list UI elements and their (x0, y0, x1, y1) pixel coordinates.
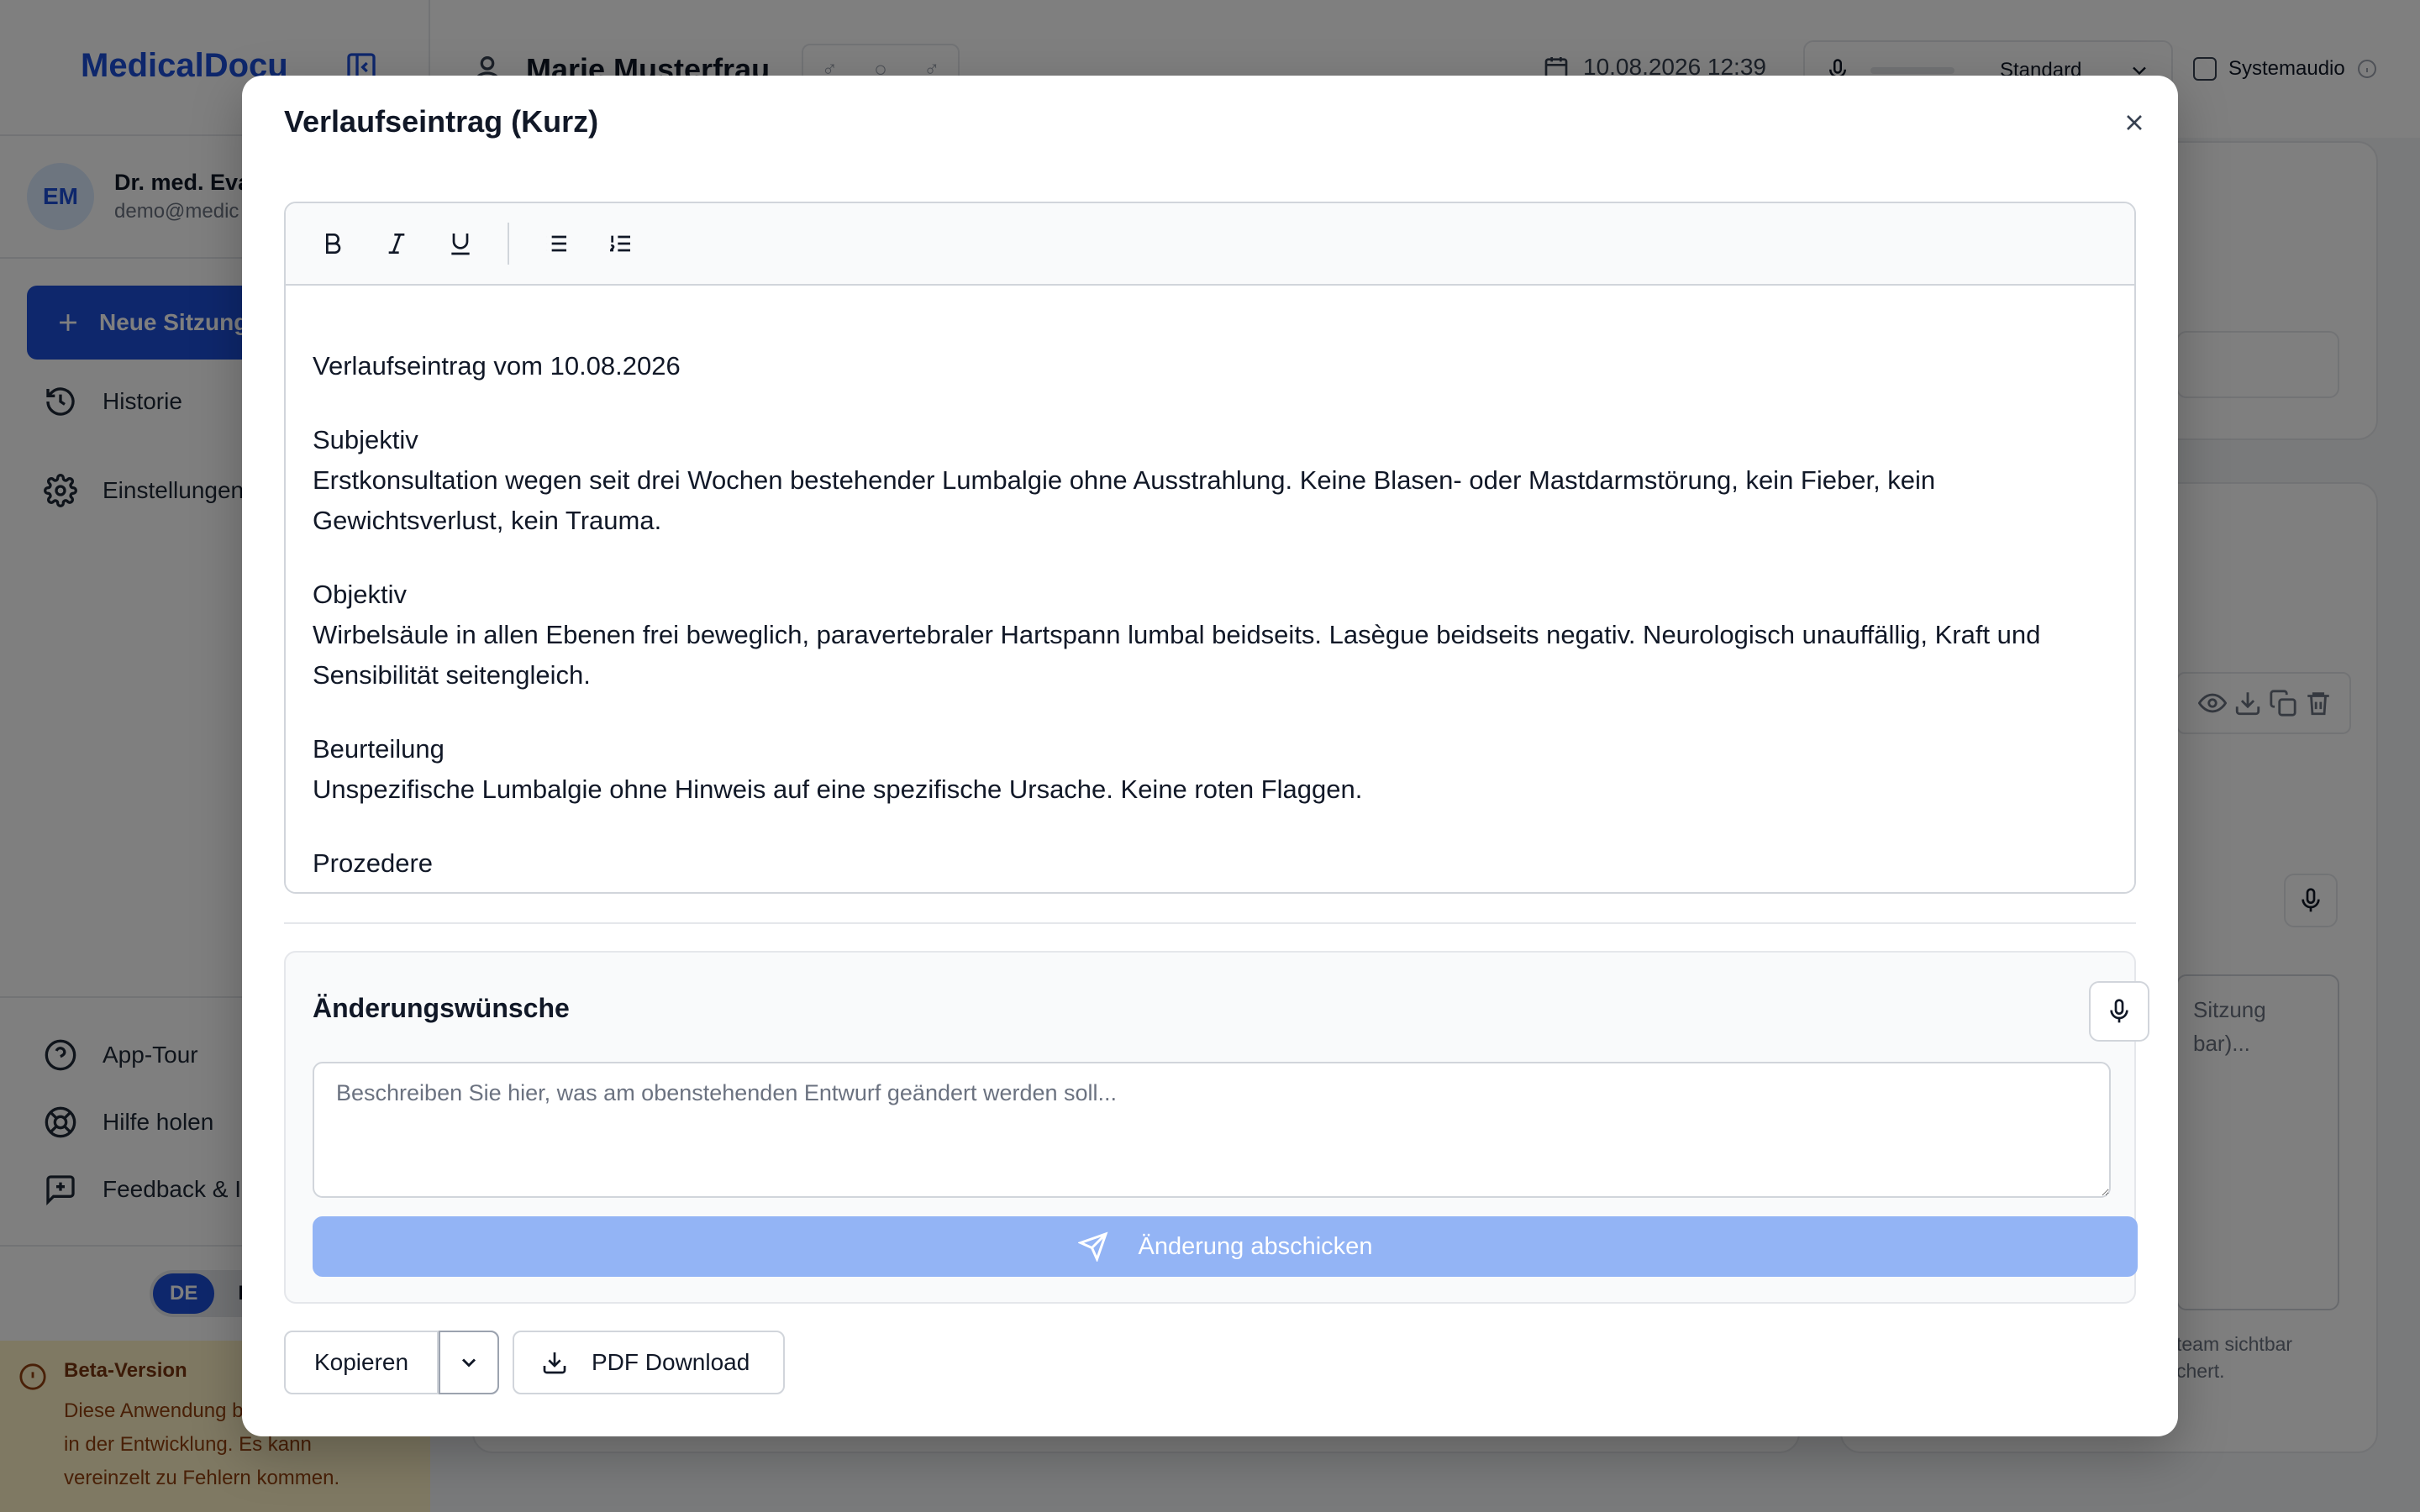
change-requests-card: Änderungswünsche Änderung abschicken (284, 951, 2149, 1304)
section-title: Subjektiv (313, 425, 418, 454)
submit-change-label: Änderung abschicken (1138, 1232, 1373, 1260)
editor-content[interactable]: Verlaufseintrag vom 10.08.2026 Subjektiv… (286, 286, 2134, 892)
copy-button[interactable]: Kopieren (286, 1332, 439, 1393)
modal-dialog: Verlaufseintrag (Kurz) Verlaufseintrag v… (242, 76, 2178, 1436)
content-section-objective: Objektiv Wirbelsäule in allen Ebenen fre… (313, 575, 2107, 696)
underline-button[interactable] (434, 217, 487, 270)
italic-icon (388, 234, 405, 254)
submit-change-button[interactable]: Änderung abschicken (313, 1216, 2138, 1277)
content-section-subjective: Subjektiv Erstkonsultation wegen seit dr… (313, 420, 2107, 541)
rich-text-editor: Verlaufseintrag vom 10.08.2026 Subjektiv… (284, 202, 2136, 894)
section-text: Unspezifische Lumbalgie ohne Hinweis auf… (313, 774, 1363, 804)
mic-icon (2110, 999, 2128, 1023)
section-text: Wirbelsäule in allen Ebenen frei bewegli… (313, 620, 2041, 690)
modal-divider (284, 922, 2136, 924)
editor-fade (286, 875, 2134, 892)
underline-icon (451, 234, 470, 255)
bold-button[interactable] (306, 217, 360, 270)
send-icon (1077, 1231, 1107, 1262)
italic-button[interactable] (370, 217, 424, 270)
toolbar-separator (508, 223, 509, 265)
editor-toolbar (286, 203, 2134, 286)
pdf-download-label: PDF Download (592, 1349, 750, 1375)
change-requests-title: Änderungswünsche (313, 993, 570, 1023)
close-icon (2127, 115, 2142, 130)
download-icon (543, 1352, 566, 1374)
chevron-down-icon (461, 1358, 476, 1368)
change-requests-input[interactable] (313, 1062, 2111, 1198)
bullet-list-button[interactable] (529, 217, 583, 270)
pdf-download-button[interactable]: PDF Download (513, 1331, 785, 1394)
bold-icon (326, 234, 341, 254)
content-heading: Verlaufseintrag vom 10.08.2026 (313, 351, 681, 381)
section-title: Objektiv (313, 580, 407, 609)
modal-title: Verlaufseintrag (Kurz) (284, 104, 599, 139)
section-text: Erstkonsultation wegen seit drei Wochen … (313, 465, 1936, 535)
content-section-assessment: Beurteilung Unspezifische Lumbalgie ohne… (313, 729, 2107, 810)
numbered-list-icon (609, 235, 630, 252)
copy-options-button[interactable] (439, 1331, 499, 1394)
copy-split-button: Kopieren (284, 1331, 499, 1394)
bullet-list-icon (546, 235, 566, 252)
close-button[interactable] (2116, 104, 2153, 141)
section-title: Beurteilung (313, 734, 445, 764)
numbered-list-button[interactable] (593, 217, 647, 270)
dictate-button[interactable] (2089, 981, 2149, 1042)
